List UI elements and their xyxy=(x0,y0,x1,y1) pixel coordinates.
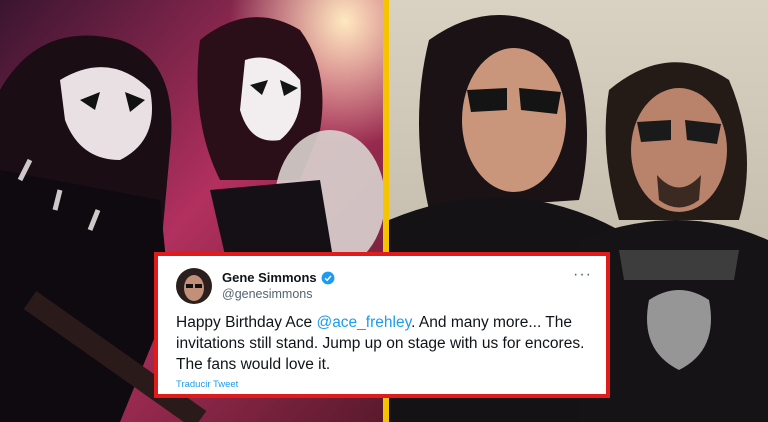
handle[interactable]: @genesimmons xyxy=(222,286,335,302)
verified-badge-icon xyxy=(321,271,335,285)
display-name[interactable]: Gene Simmons xyxy=(222,270,317,286)
avatar[interactable] xyxy=(176,268,212,304)
mention-link[interactable]: @ace_frehley xyxy=(316,314,411,331)
translate-tweet-link[interactable]: Traducir Tweet xyxy=(176,379,592,390)
more-options-icon[interactable]: ··· xyxy=(573,266,592,284)
tweet-card[interactable]: Gene Simmons @genesimmons ··· Happy Birt… xyxy=(154,252,610,398)
author-info: Gene Simmons @genesimmons xyxy=(222,270,335,302)
tweet-header: Gene Simmons @genesimmons ··· xyxy=(176,264,592,308)
tweet-text: Happy Birthday Ace @ace_frehley. And man… xyxy=(176,312,592,375)
tweet-text-start: Happy Birthday Ace xyxy=(176,314,317,331)
